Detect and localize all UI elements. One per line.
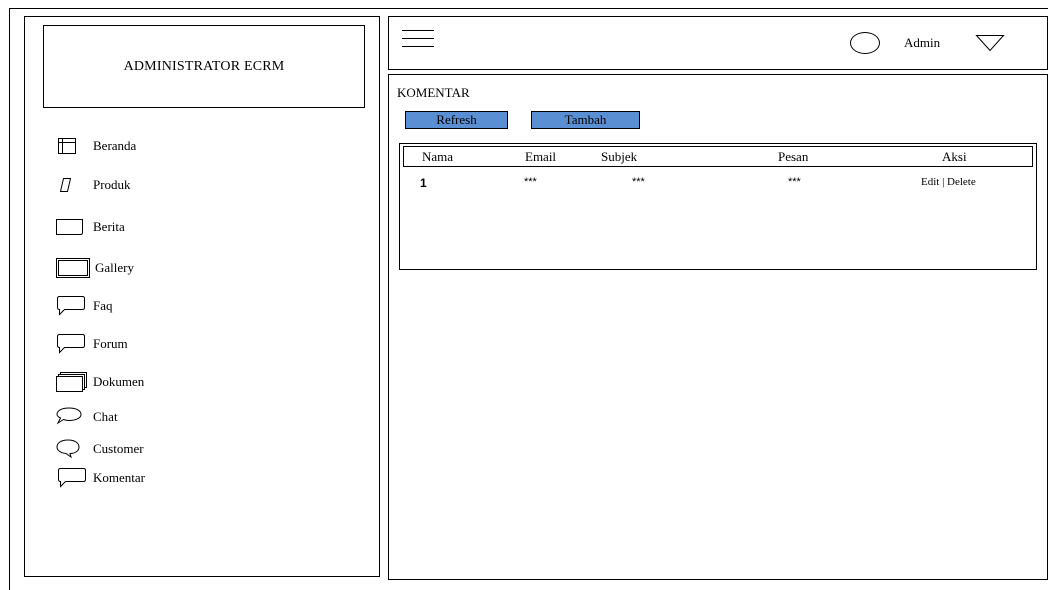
column-header-nama: Nama bbox=[422, 149, 454, 164]
dropdown-triangle-icon[interactable] bbox=[975, 34, 1005, 52]
speech-bubble-icon bbox=[55, 467, 87, 489]
user-circle-icon[interactable] bbox=[850, 32, 880, 54]
main-panel: KOMENTAR Refresh Tambah Nama Email Subje… bbox=[388, 74, 1048, 580]
sidebar-item-label: Forum bbox=[93, 336, 128, 351]
sidebar-item-faq[interactable]: Faq bbox=[55, 295, 113, 317]
sidebar-item-label: Chat bbox=[93, 409, 118, 424]
cell-aksi: Edit | Delete bbox=[921, 176, 976, 188]
frame-left-rule bbox=[9, 8, 10, 590]
action-separator: | bbox=[942, 176, 945, 188]
sidebar-item-produk[interactable]: Produk bbox=[55, 174, 131, 196]
oval-callout-icon bbox=[55, 438, 87, 460]
documents-icon bbox=[55, 371, 87, 393]
sidebar-item-komentar[interactable]: Komentar bbox=[55, 467, 145, 489]
sidebar-item-label: Faq bbox=[93, 298, 113, 313]
add-button[interactable]: Tambah bbox=[531, 111, 640, 129]
sidebar-item-customer[interactable]: Customer bbox=[55, 438, 144, 460]
table-header: Nama Email Subjek Pesan Aksi bbox=[403, 146, 1033, 167]
table-icon bbox=[55, 135, 87, 157]
sidebar-item-label: Produk bbox=[93, 177, 131, 192]
column-header-pesan: Pesan bbox=[778, 149, 809, 164]
sidebar-item-label: Gallery bbox=[95, 260, 134, 275]
chat-bubble-icon bbox=[55, 406, 87, 428]
top-bar: Admin bbox=[388, 16, 1048, 70]
note-icon bbox=[55, 216, 87, 238]
cell-pesan: *** bbox=[788, 176, 801, 188]
edit-link[interactable]: Edit bbox=[921, 176, 939, 188]
frame-top-rule bbox=[9, 8, 1048, 9]
page-title: KOMENTAR bbox=[397, 85, 470, 100]
frame-icon bbox=[55, 257, 90, 279]
sidebar-item-label: Komentar bbox=[93, 470, 145, 485]
sidebar-item-dokumen[interactable]: Dokumen bbox=[55, 371, 144, 393]
sidebar: ADMINISTRATOR ECRM Beranda Produk Berita… bbox=[24, 16, 380, 577]
column-header-email: Email bbox=[525, 149, 557, 164]
sidebar-item-label: Berita bbox=[93, 219, 125, 234]
column-header-subjek: Subjek bbox=[601, 149, 638, 164]
comments-table: Nama Email Subjek Pesan Aksi 1 *** *** *… bbox=[399, 143, 1037, 270]
sidebar-item-forum[interactable]: Forum bbox=[55, 333, 128, 355]
sidebar-item-gallery[interactable]: Gallery bbox=[55, 257, 134, 279]
column-header-aksi: Aksi bbox=[942, 149, 967, 164]
sidebar-item-label: Beranda bbox=[93, 138, 137, 153]
brand-title: ADMINISTRATOR ECRM bbox=[43, 25, 365, 108]
parallelogram-icon bbox=[55, 174, 87, 196]
sidebar-item-chat[interactable]: Chat bbox=[55, 406, 118, 428]
speech-bubble-icon bbox=[55, 333, 87, 355]
cell-subjek: *** bbox=[632, 176, 645, 188]
refresh-button[interactable]: Refresh bbox=[405, 111, 508, 129]
sidebar-item-berita[interactable]: Berita bbox=[55, 216, 125, 238]
sidebar-item-label: Dokumen bbox=[93, 374, 145, 389]
sidebar-item-label: Customer bbox=[93, 441, 144, 456]
sidebar-item-beranda[interactable]: Beranda bbox=[55, 135, 136, 157]
menu-icon[interactable] bbox=[402, 30, 434, 54]
cell-nama: 1 bbox=[420, 176, 427, 190]
speech-bubble-icon bbox=[55, 295, 87, 317]
cell-email: *** bbox=[524, 176, 537, 188]
admin-username[interactable]: Admin bbox=[904, 35, 940, 51]
table-row: 1 *** *** *** Edit | Delete bbox=[400, 176, 1036, 192]
delete-link[interactable]: Delete bbox=[947, 176, 976, 188]
